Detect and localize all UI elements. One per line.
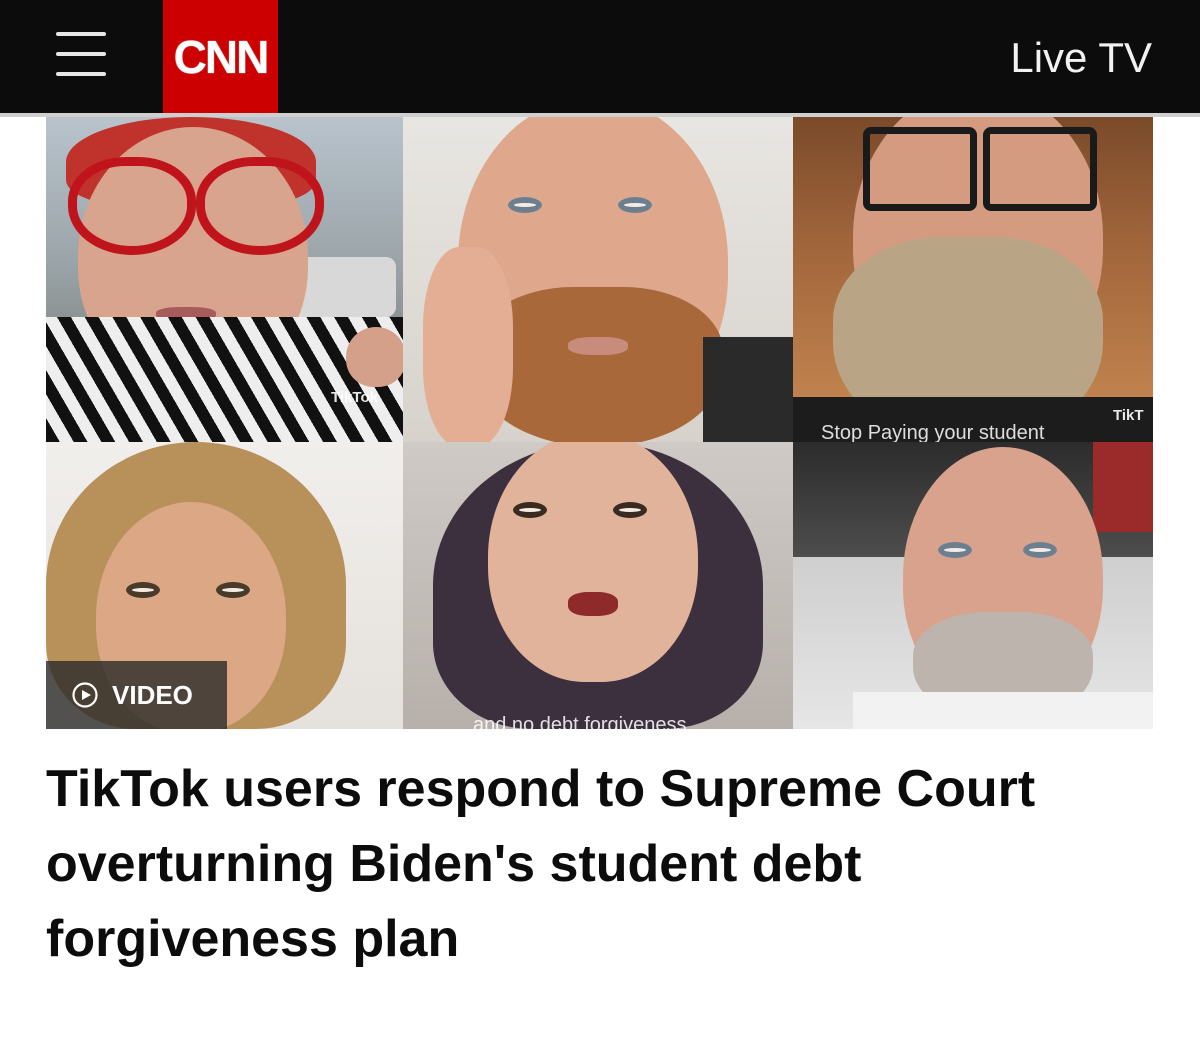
article-headline[interactable]: TikTok users respond to Supreme Court ov…: [46, 752, 1106, 977]
video-caption: Stop Paying your student: [821, 422, 1045, 442]
video-tile-6: [793, 442, 1153, 729]
video-tile-1: TikTok: [46, 117, 403, 442]
play-circle-icon: [72, 682, 98, 708]
tiktok-watermark: TikTok: [331, 389, 378, 406]
video-badge-label: VIDEO: [112, 679, 193, 710]
hamburger-menu-icon[interactable]: [56, 30, 106, 78]
video-tile-2: [403, 117, 793, 442]
tiktok-watermark: TikT: [1113, 407, 1144, 424]
video-badge[interactable]: VIDEO: [46, 661, 227, 729]
video-tile-5: and no debt forgiveness: [403, 442, 793, 729]
cnn-logo-text: CNN: [173, 30, 270, 83]
cnn-logo[interactable]: CNN: [163, 0, 278, 113]
video-tile-3: TikT Stop Paying your student: [793, 117, 1153, 442]
live-tv-link[interactable]: Live TV: [1010, 34, 1152, 82]
top-navigation-bar: CNN Live TV: [0, 0, 1200, 113]
video-caption: and no debt forgiveness: [473, 714, 687, 729]
video-thumbnail[interactable]: TikTok TikT Stop Paying your student and…: [46, 117, 1153, 729]
